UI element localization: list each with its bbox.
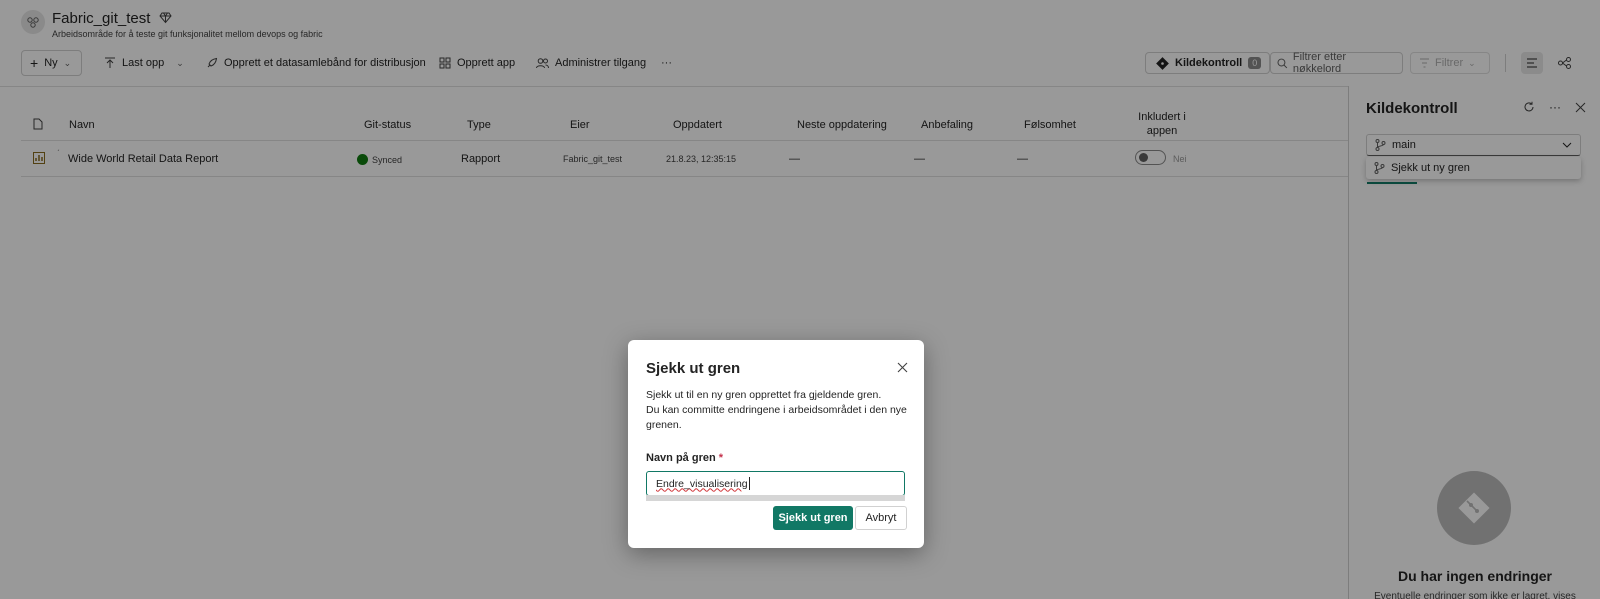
branch-name-input-value: Endre_visualisering: [656, 477, 748, 490]
close-icon: [897, 362, 908, 373]
branch-name-label: Navn på gren *: [646, 452, 723, 464]
dialog-title: Sjekk ut gren: [646, 360, 741, 377]
checkout-branch-dialog: Sjekk ut gren Sjekk ut til en ny gren op…: [628, 340, 924, 548]
branch-name-input[interactable]: Endre_visualisering: [646, 471, 905, 496]
required-marker: *: [718, 452, 723, 464]
dialog-close-button[interactable]: [897, 362, 908, 376]
text-caret: [748, 477, 750, 490]
dialog-description-line-1: Sjekk ut til en ny gren opprettet fra gj…: [646, 389, 882, 401]
dialog-description: Sjekk ut til en ny gren opprettet fra gj…: [646, 388, 908, 433]
cancel-button[interactable]: Avbryt: [855, 506, 907, 530]
branch-name-label-text: Navn på gren: [646, 452, 716, 464]
input-suggestion-bar: [646, 495, 905, 501]
dialog-description-line-2: Du kan committe endringene i arbeidsområ…: [646, 404, 907, 431]
checkout-branch-button[interactable]: Sjekk ut gren: [773, 506, 853, 530]
workspace-app: Fabric_git_test Arbeidsområde for å test…: [0, 0, 1600, 599]
